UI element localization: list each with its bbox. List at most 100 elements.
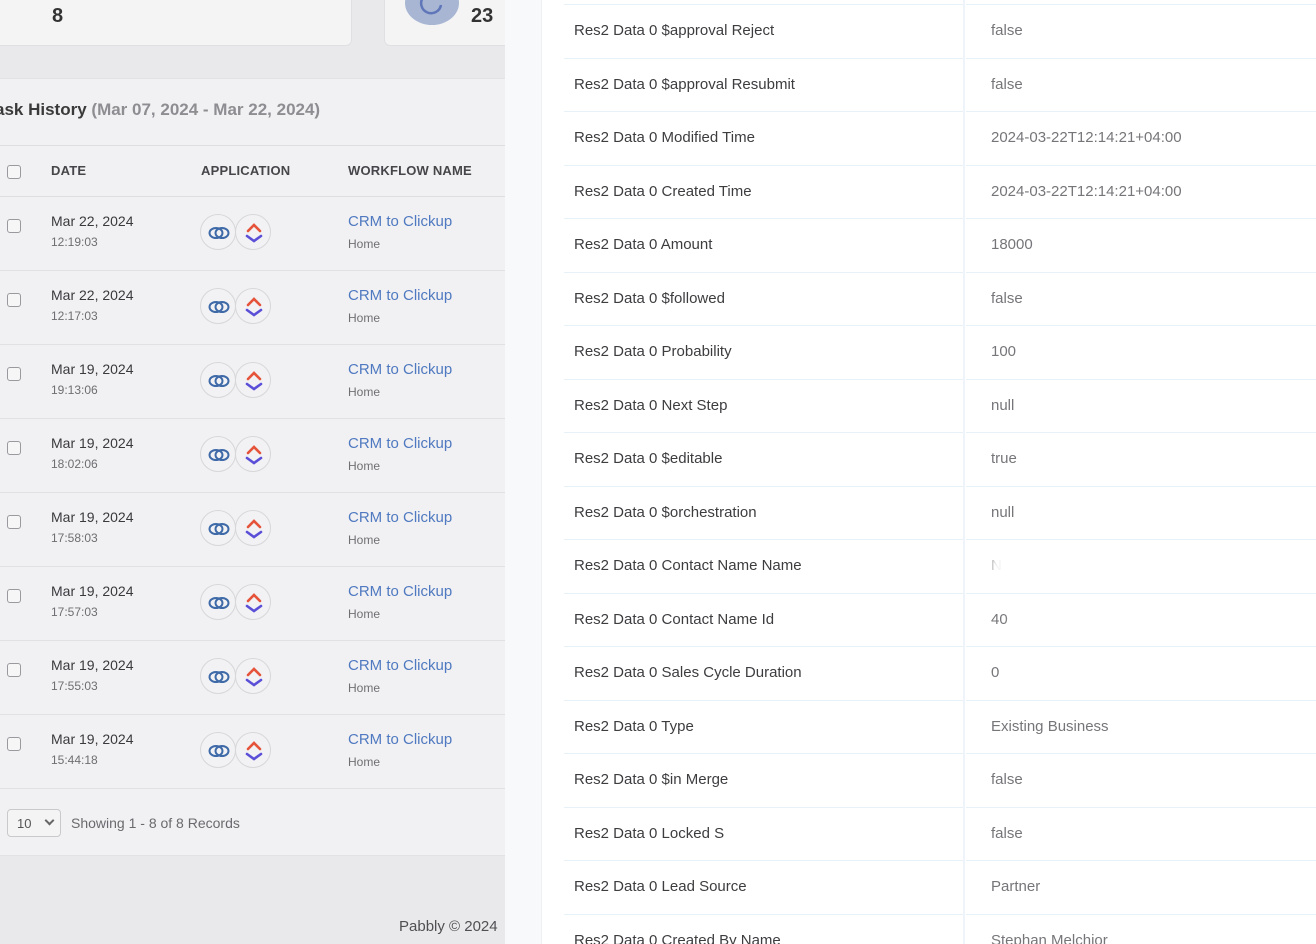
page-size-select[interactable]: 10 — [7, 809, 61, 837]
table-row[interactable]: Mar 22, 2024 12:19:03 CRM to Clickup Home — [0, 197, 505, 271]
row-checkbox[interactable] — [7, 737, 21, 751]
detail-row: Res2 Data 0 Next Step null — [564, 378, 1316, 433]
zoho-crm-app-icon — [200, 584, 236, 620]
row-time: 17:55:03 — [51, 679, 98, 693]
zoho-crm-app-icon — [200, 288, 236, 324]
detail-row: Res2 Data 0 Lead Source Partner — [564, 860, 1316, 914]
detail-key: Res2 Data 0 $approval Reject — [574, 22, 775, 39]
detail-value: 40 — [991, 610, 1008, 628]
detail-value: false — [991, 824, 1023, 842]
select-all-checkbox[interactable] — [7, 165, 21, 179]
stat-card-tasks: 8 — [0, 0, 352, 46]
detail-key: Res2 Data 0 $orchestration — [574, 503, 757, 521]
detail-key: Res2 Data 0 Created By Name — [574, 931, 781, 944]
zoho-crm-app-icon — [200, 732, 236, 768]
table-row[interactable]: Mar 19, 2024 15:44:18 CRM to Clickup Home — [0, 715, 505, 789]
workflow-link[interactable]: CRM to Clickup — [348, 435, 452, 452]
clickup-app-icon — [235, 510, 271, 546]
workflow-link[interactable]: CRM to Clickup — [348, 287, 452, 304]
detail-value: 18000 — [991, 236, 1033, 253]
stat-value: 23 — [471, 5, 494, 27]
workflow-folder: Home — [348, 533, 381, 547]
detail-key: Res2 Data 0 $approval Resubmit — [574, 75, 795, 93]
row-checkbox[interactable] — [7, 441, 21, 455]
table-row[interactable]: Mar 19, 2024 18:02:06 CRM to Clickup Home — [0, 419, 505, 493]
table-header: DATE APPLICATION WORKFLOW NAME — [0, 145, 505, 197]
task-details-drawer: Res2 Data 0 $approval Reject false Res2 Da… — [542, 0, 1316, 944]
row-checkbox[interactable] — [7, 219, 21, 233]
row-checkbox[interactable] — [7, 663, 21, 677]
column-header-application: APPLICATION — [201, 163, 291, 178]
row-time: 15:44:18 — [51, 753, 98, 767]
workflow-link[interactable]: CRM to Clickup — [348, 657, 452, 674]
row-date: Mar 22, 2024 — [51, 213, 134, 229]
workflow-link[interactable]: CRM to Clickup — [348, 361, 452, 378]
detail-value: 2024-03-22T12:14:21+04:00 — [991, 182, 1182, 200]
task-history-panel: ask History (Mar 07, 2024 - Mar 22, 2024… — [0, 78, 505, 856]
footer-copyright: Pabbly © 2024 — [399, 918, 498, 935]
page-size-value: 10 — [17, 816, 32, 831]
row-time: 12:19:03 — [51, 235, 98, 249]
detail-row: Res2 Data 0 Probability 100 — [564, 325, 1316, 379]
row-date: Mar 19, 2024 — [51, 731, 134, 747]
background-page: 8 23 ask History (Mar 07, 2024 - Mar 22,… — [0, 0, 505, 944]
table-row[interactable]: Mar 22, 2024 12:17:03 CRM to Clickup Home — [0, 271, 505, 345]
detail-key: Res2 Data 0 $followed — [574, 289, 725, 307]
row-time: 17:57:03 — [51, 605, 98, 619]
row-checkbox[interactable] — [7, 589, 21, 603]
detail-key: Res2 Data 0 Lead Source — [574, 878, 747, 895]
detail-key: Res2 Data 0 Amount — [574, 236, 713, 253]
column-header-date: DATE — [51, 163, 87, 178]
table-row[interactable]: Mar 19, 2024 17:58:03 CRM to Clickup Home — [0, 493, 505, 567]
workflow-link[interactable]: CRM to Clickup — [348, 213, 452, 230]
row-checkbox[interactable] — [7, 515, 21, 529]
clickup-app-icon — [235, 214, 271, 250]
chevron-down-icon — [44, 815, 55, 826]
workflow-folder: Home — [348, 459, 381, 473]
zoho-crm-app-icon — [200, 362, 236, 398]
detail-value: false — [991, 22, 1023, 39]
detail-row: Res2 Data 0 $followed false — [564, 271, 1316, 326]
row-date: Mar 19, 2024 — [51, 509, 134, 525]
zoho-crm-app-icon — [200, 436, 236, 472]
zoho-crm-app-icon — [200, 510, 236, 546]
date-range: (Mar 07, 2024 - Mar 22, 2024) — [91, 100, 321, 119]
detail-key: Res2 Data 0 Contact Name Name — [574, 557, 802, 574]
workflow-folder: Home — [348, 311, 381, 325]
detail-value: false — [991, 75, 1023, 93]
table-row[interactable]: Mar 19, 2024 19:13:06 CRM to Clickup Home — [0, 345, 505, 419]
detail-row: Res2 Data 0 Sales Cycle Duration 0 — [564, 646, 1316, 700]
row-date: Mar 22, 2024 — [51, 287, 134, 303]
detail-row: Res2 Data 0 Modified Time 2024-03-22T12:1… — [564, 111, 1316, 165]
workflow-link[interactable]: CRM to Clickup — [348, 583, 452, 600]
detail-key: Res2 Data 0 Type — [574, 717, 694, 735]
workflow-link[interactable]: CRM to Clickup — [348, 509, 452, 526]
workflow-link[interactable]: CRM to Clickup — [348, 731, 452, 748]
redacted-contact-id — [1010, 600, 1205, 636]
row-time: 19:13:06 — [51, 383, 98, 397]
detail-row: Res2 Data 0 $approval Resubmit false — [564, 57, 1316, 112]
row-checkbox[interactable] — [7, 367, 21, 381]
detail-row: Res2 Data 0 Created Time 2024-03-22T12:14… — [564, 164, 1316, 219]
row-time: 18:02:06 — [51, 457, 98, 471]
detail-value: false — [991, 289, 1023, 307]
panel-title-text: ask History — [0, 100, 87, 119]
table-row[interactable]: Mar 19, 2024 17:55:03 CRM to Clickup Home — [0, 641, 505, 715]
detail-value: Existing Business — [991, 717, 1109, 735]
detail-row: Res2 Data 0 Amount 18000 — [564, 218, 1316, 272]
zoho-crm-app-icon — [200, 214, 236, 250]
detail-value: Partner — [991, 878, 1041, 895]
clickup-app-icon — [235, 658, 271, 694]
row-checkbox[interactable] — [7, 293, 21, 307]
detail-key: Res2 Data 0 $in Merge — [574, 771, 729, 788]
detail-value: null — [991, 503, 1015, 521]
drawer-gutter — [505, 0, 542, 944]
detail-value: 2024-03-22T12:14:21+04:00 — [991, 129, 1182, 146]
detail-value: 0 — [991, 664, 1000, 681]
detail-row: Res2 Data 0 Locked S false — [564, 806, 1316, 861]
refresh-icon — [405, 0, 459, 25]
detail-key: Res2 Data 0 Created Time — [574, 182, 752, 200]
table-row[interactable]: Mar 19, 2024 17:57:03 CRM to Clickup Home — [0, 567, 505, 641]
stat-card-executions: 23 — [384, 0, 505, 46]
detail-row: Res2 Data 0 $approval Reject false — [564, 4, 1316, 58]
